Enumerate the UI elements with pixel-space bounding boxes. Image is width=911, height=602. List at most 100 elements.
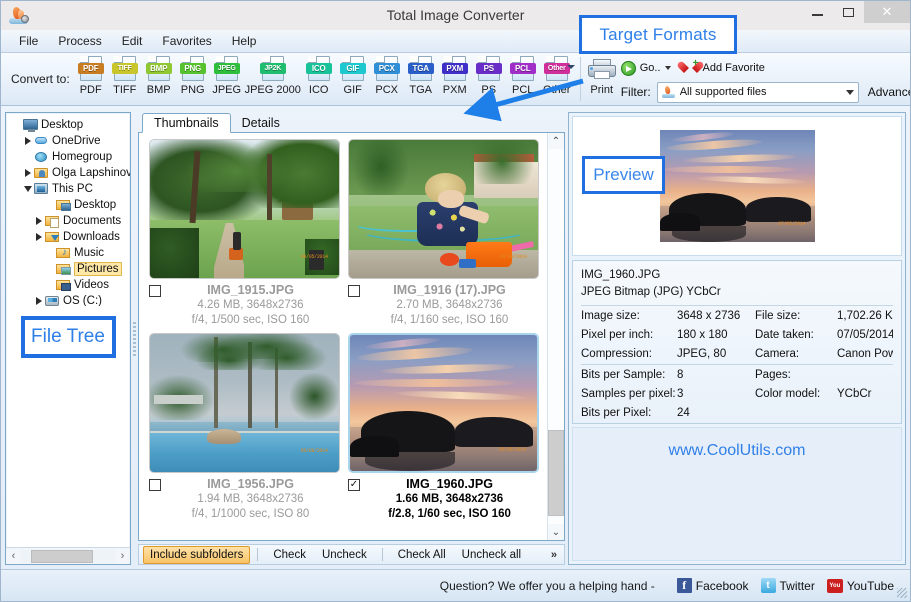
format-button-tiff[interactable]: TIFFTIFF xyxy=(108,56,142,96)
hscroll-thumb[interactable] xyxy=(31,550,93,563)
tree-item-homegroup[interactable]: Homegroup xyxy=(10,149,130,165)
thumbnail-image[interactable]: 09/05/2014 xyxy=(149,139,340,279)
chevron-down-icon[interactable] xyxy=(665,66,671,70)
tree-toggle[interactable] xyxy=(21,169,34,177)
tree-item-desktop[interactable]: Desktop xyxy=(10,197,130,213)
resize-grip[interactable] xyxy=(897,588,907,598)
tree-item-desktop[interactable]: Desktop xyxy=(10,117,130,133)
menu-file[interactable]: File xyxy=(9,32,48,50)
scroll-right-button[interactable]: › xyxy=(115,549,130,564)
tree-toggle[interactable] xyxy=(32,233,45,241)
tree-item-pictures[interactable]: Pictures xyxy=(10,261,130,277)
check-all-button[interactable]: Check All xyxy=(390,549,454,561)
include-subfolders-button[interactable]: Include subfolders xyxy=(143,546,250,564)
thumbnail-item[interactable]: 09/08/2014IMG_1916 (17).JPG2.70 MB, 3648… xyxy=(344,139,543,333)
go-button[interactable]: Go.. xyxy=(621,61,671,76)
tree-item-os-c[interactable]: OS (C:) xyxy=(10,293,130,306)
format-icon-pdf: PDF xyxy=(78,56,104,82)
hscroll-track[interactable] xyxy=(21,550,115,563)
thumbnail-vscrollbar[interactable]: ⌃ ⌄ xyxy=(547,133,564,540)
filter-select[interactable]: All supported files xyxy=(657,82,859,103)
file-tree[interactable]: DesktopOneDriveHomegroupOlga LapshinovTh… xyxy=(6,113,130,306)
coolutils-link[interactable]: www.CoolUtils.com xyxy=(669,442,806,460)
minimize-button[interactable] xyxy=(802,1,833,23)
file-checkbox[interactable] xyxy=(149,285,161,297)
thumbnail-image[interactable]: 05/09/2014 xyxy=(149,333,340,473)
thumbnail-image[interactable]: 09/08/2014 xyxy=(348,139,539,279)
tree-toggle[interactable] xyxy=(21,137,34,145)
property-label xyxy=(755,407,837,419)
property-label: Pages: xyxy=(755,369,837,381)
check-button[interactable]: Check xyxy=(265,549,314,561)
facebook-link[interactable]: f Facebook xyxy=(677,578,749,593)
tree-item-olga-lapshinov[interactable]: Olga Lapshinov xyxy=(10,165,130,181)
uncheck-button[interactable]: Uncheck xyxy=(314,549,375,561)
file-checkbox[interactable] xyxy=(149,479,161,491)
scroll-down-button[interactable]: ⌄ xyxy=(548,524,564,540)
format-button-ps[interactable]: PSPS xyxy=(472,56,506,96)
print-label: Print xyxy=(590,84,613,96)
overflow-button[interactable]: » xyxy=(551,549,560,561)
thumbnail-item[interactable]: 05/05/2014✓IMG_1960.JPG1.66 MB, 3648x273… xyxy=(344,333,543,527)
format-button-bmp[interactable]: BMPBMP xyxy=(142,56,176,96)
tree-item-music[interactable]: Music xyxy=(10,245,130,261)
menu-help[interactable]: Help xyxy=(222,32,267,50)
format-button-png[interactable]: PNGPNG xyxy=(176,56,210,96)
thumbnail-image[interactable]: 05/05/2014 xyxy=(348,333,539,473)
tree-toggle[interactable] xyxy=(32,297,45,305)
tree-item-onedrive[interactable]: OneDrive xyxy=(10,133,130,149)
tree-toggle[interactable] xyxy=(32,217,45,225)
annotation-target-formats: Target Formats xyxy=(579,15,737,54)
tree-item-this-pc[interactable]: This PC xyxy=(10,181,130,197)
scroll-up-button[interactable]: ⌃ xyxy=(548,133,564,149)
format-button-tga[interactable]: TGATGA xyxy=(404,56,438,96)
property-label: Samples per pixel: xyxy=(581,388,677,400)
tab-thumbnails[interactable]: Thumbnails xyxy=(142,113,231,133)
format-button-gif[interactable]: GIFGIF xyxy=(336,56,370,96)
format-button-jpeg[interactable]: JPEGJPEG xyxy=(210,56,244,96)
thumbnail-item[interactable]: 05/09/2014IMG_1956.JPG1.94 MB, 3648x2736… xyxy=(145,333,344,527)
format-button-jpeg-2000[interactable]: JP2KJPEG 2000 xyxy=(244,56,302,96)
add-favorite-button[interactable]: + Add Favorite xyxy=(683,61,765,75)
file-checkbox[interactable]: ✓ xyxy=(348,479,360,491)
tree-item-videos[interactable]: Videos xyxy=(10,277,130,293)
menu-process[interactable]: Process xyxy=(48,32,111,50)
twitter-link[interactable]: t Twitter xyxy=(761,578,815,593)
menu-bar: File Process Edit Favorites Help xyxy=(1,30,910,53)
menu-favorites[interactable]: Favorites xyxy=(152,32,221,50)
file-tree-hscrollbar[interactable]: ‹ › xyxy=(6,547,130,564)
format-button-other[interactable]: OtherOther xyxy=(540,56,574,96)
maximize-button[interactable] xyxy=(833,1,864,23)
scroll-left-button[interactable]: ‹ xyxy=(6,549,21,564)
facebook-label: Facebook xyxy=(696,579,749,593)
tree-toggle[interactable] xyxy=(21,186,34,192)
vscroll-track[interactable] xyxy=(548,149,564,524)
youtube-icon: You xyxy=(827,579,843,593)
format-button-pdf[interactable]: PDFPDF xyxy=(74,56,108,96)
uncheck-all-button[interactable]: Uncheck all xyxy=(454,549,529,561)
tree-item-documents[interactable]: Documents xyxy=(10,213,130,229)
format-label: PS xyxy=(481,84,496,96)
file-size: 1.94 MB, 3648x2736 xyxy=(161,492,340,507)
vscroll-thumb[interactable] xyxy=(548,430,564,516)
property-value: Canon PowerShot ( xyxy=(837,348,893,360)
advanced-filter-link[interactable]: Advanced filter xyxy=(868,85,911,99)
tree-item-downloads[interactable]: Downloads xyxy=(10,229,130,245)
format-button-pcx[interactable]: PCXPCX xyxy=(370,56,404,96)
format-button-ico[interactable]: ICOICO xyxy=(302,56,336,96)
tab-details[interactable]: Details xyxy=(231,113,291,133)
twitter-icon: t xyxy=(761,578,776,593)
preview-file-name: IMG_1960.JPG xyxy=(581,267,893,284)
youtube-link[interactable]: You YouTube xyxy=(827,579,894,593)
file-checkbox[interactable] xyxy=(348,285,360,297)
chevron-down-icon[interactable] xyxy=(846,90,854,95)
close-button[interactable]: ✕ xyxy=(864,1,910,23)
format-button-pxm[interactable]: PXMPXM xyxy=(438,56,472,96)
tree-item-label: Downloads xyxy=(63,231,120,243)
menu-edit[interactable]: Edit xyxy=(112,32,153,50)
panel-splitter[interactable] xyxy=(131,112,138,565)
format-button-pcl[interactable]: PCLPCL xyxy=(506,56,540,96)
print-button[interactable]: Print xyxy=(587,53,617,96)
property-label: Bits per Pixel: xyxy=(581,407,677,419)
thumbnail-item[interactable]: 09/05/2014IMG_1915.JPG4.26 MB, 3648x2736… xyxy=(145,139,344,333)
